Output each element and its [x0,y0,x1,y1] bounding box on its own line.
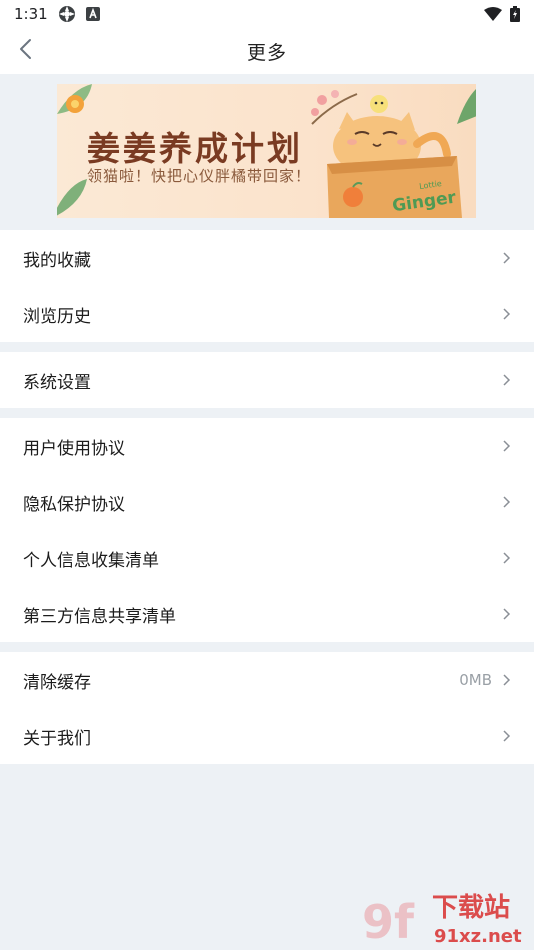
menu-group-app: 清除缓存 0MB 关于我们 [0,652,534,764]
chevron-right-icon [502,373,511,387]
menu-item-label: 浏览历史 [23,306,91,327]
chevron-right-icon [502,607,511,621]
nav-bar: 更多 [0,28,534,74]
menu-item-label: 个人信息收集清单 [23,550,159,571]
menu-item-favorites[interactable]: 我的收藏 [0,230,534,286]
chevron-right-icon [502,729,511,743]
chevron-right-icon [502,251,511,265]
menu-group-settings: 系统设置 [0,352,534,408]
menu-group-agreements: 用户使用协议 隐私保护协议 个人信息收集清单 第三方信息共享清单 [0,418,534,642]
menu-item-label: 我的收藏 [23,250,91,271]
watermark-url: 91xz.net [434,926,522,947]
menu-item-label: 用户使用协议 [23,438,125,459]
banner-section: Ginger Lottie 姜姜养成计划 领猫啦！快把心仪胖橘带回家！ [0,74,534,230]
page-title: 更多 [246,41,287,64]
chevron-right-icon [502,673,511,687]
menu-item-privacy-policy[interactable]: 隐私保护协议 [0,474,534,530]
back-button[interactable] [10,36,40,66]
menu-item-user-agreement[interactable]: 用户使用协议 [0,418,534,474]
back-arrow-icon [18,38,32,64]
cache-size-value: 0MB [459,671,492,689]
menu-item-label: 清除缓存 [23,672,91,693]
chevron-right-icon [502,495,511,509]
menu-item-about-us[interactable]: 关于我们 [0,708,534,764]
menu-item-label: 关于我们 [23,728,91,749]
watermark-brand: 下载站 [432,893,510,923]
accessibility-notification-icon [85,7,100,21]
chevron-right-icon [502,307,511,321]
menu-item-label: 系统设置 [23,372,91,393]
menu-item-personal-info-list[interactable]: 个人信息收集清单 [0,530,534,586]
menu-item-label: 第三方信息共享清单 [23,606,176,627]
menu-item-history[interactable]: 浏览历史 [0,286,534,342]
banner-title: 姜姜养成计划 [87,129,303,168]
chevron-right-icon [502,439,511,453]
menu-item-clear-cache[interactable]: 清除缓存 0MB [0,652,534,708]
menu-item-third-party-sharing[interactable]: 第三方信息共享清单 [0,586,534,642]
battery-icon [510,6,520,22]
status-time: 1:31 [14,5,48,23]
menu-group-personal: 我的收藏 浏览历史 [0,230,534,342]
promo-banner[interactable]: Ginger Lottie 姜姜养成计划 领猫啦！快把心仪胖橘带回家！ [57,84,476,218]
menu-item-label: 隐私保护协议 [23,494,125,515]
menu-item-system-settings[interactable]: 系统设置 [0,352,534,408]
site-watermark: 9f 下载站 91xz.net [362,893,522,948]
status-bar: 1:31 [0,0,534,28]
watermark-logo: 9f [362,895,415,948]
app-notification-icon [58,5,76,23]
banner-subtitle: 领猫啦！快把心仪胖橘带回家！ [87,167,312,185]
wifi-icon [484,7,502,21]
chevron-right-icon [502,551,511,565]
